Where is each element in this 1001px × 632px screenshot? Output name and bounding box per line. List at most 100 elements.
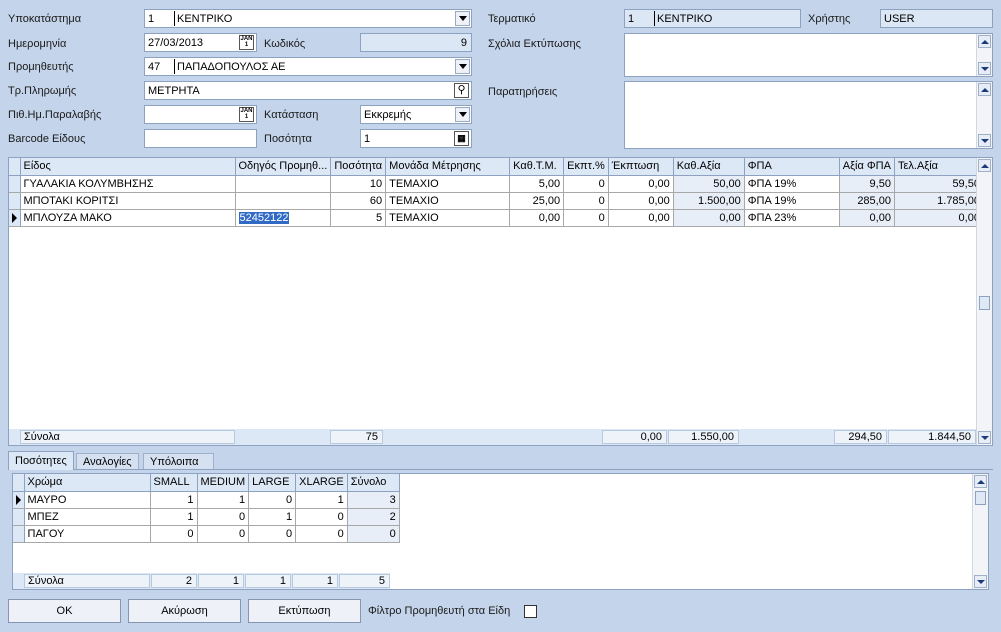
table-cell[interactable]: 285,00 bbox=[839, 192, 895, 210]
lookup-icon[interactable]: ⚲ bbox=[454, 83, 469, 98]
table-cell[interactable]: ΜΠΛΟΥΖΑ ΜΑΚΟ bbox=[20, 209, 236, 227]
calendar-icon[interactable]: JAN 1 bbox=[239, 107, 254, 122]
scroll-down-icon[interactable] bbox=[978, 134, 991, 147]
current-row-indicator[interactable] bbox=[9, 209, 21, 227]
table-cell[interactable]: 0 bbox=[248, 491, 297, 509]
table-cell[interactable]: ΠΑΓΟΥ bbox=[24, 525, 151, 543]
table-cell[interactable]: ΜΑΥΡΟ bbox=[24, 491, 151, 509]
table-cell[interactable]: 5,00 bbox=[509, 175, 565, 193]
table-cell[interactable]: 1.785,00 bbox=[894, 192, 984, 210]
table-cell[interactable] bbox=[235, 175, 332, 193]
table-cell[interactable]: 0,00 bbox=[608, 192, 674, 210]
row-indicator[interactable] bbox=[13, 508, 25, 526]
selected-text[interactable]: 52452122 bbox=[238, 211, 290, 224]
scrollbar[interactable] bbox=[972, 474, 988, 589]
chevron-down-icon[interactable] bbox=[455, 59, 470, 74]
scroll-thumb[interactable] bbox=[975, 491, 986, 505]
tab-balances[interactable]: Υπόλοιπα bbox=[143, 453, 214, 469]
table-cell[interactable]: 0,00 bbox=[839, 209, 895, 227]
table-cell[interactable]: 1 bbox=[248, 508, 297, 526]
table-cell[interactable]: ΤΕΜΑΧΙΟ bbox=[385, 192, 511, 210]
scrollbar[interactable] bbox=[976, 158, 992, 445]
table-cell[interactable]: 0,00 bbox=[894, 209, 984, 227]
branch-select[interactable]: 1 ΚΕΝΤΡΙΚΟ bbox=[144, 9, 472, 28]
table-cell[interactable]: ΤΕΜΑΧΙΟ bbox=[385, 209, 511, 227]
column-header[interactable]: Καθ.Αξία bbox=[673, 158, 745, 176]
table-row[interactable]: ΠΑΓΟΥ 0 0 0 0 0 bbox=[13, 525, 400, 543]
table-cell[interactable]: 1 bbox=[150, 491, 198, 509]
table-cell[interactable]: 0 bbox=[248, 525, 297, 543]
qty-input[interactable]: 1 ▦ bbox=[360, 129, 472, 148]
scroll-up-icon[interactable] bbox=[978, 83, 991, 96]
column-header[interactable]: Είδος bbox=[20, 158, 236, 176]
table-cell[interactable]: 10 bbox=[330, 175, 387, 193]
table-cell[interactable]: 1 bbox=[295, 491, 348, 509]
table-cell[interactable]: 3 bbox=[347, 491, 400, 509]
remarks-textarea[interactable] bbox=[624, 81, 993, 149]
column-header[interactable]: Αξία ΦΠΑ bbox=[839, 158, 895, 176]
column-header[interactable]: Χρώμα bbox=[24, 474, 151, 492]
column-header[interactable]: ΦΠΑ bbox=[744, 158, 840, 176]
column-header[interactable]: Εκπτ.% bbox=[563, 158, 609, 176]
column-header[interactable]: Τελ.Αξία bbox=[894, 158, 984, 176]
table-cell[interactable]: 0 bbox=[563, 175, 609, 193]
ok-button[interactable]: OK bbox=[8, 599, 121, 623]
table-cell[interactable]: 0 bbox=[150, 525, 198, 543]
print-button[interactable]: Εκτύπωση bbox=[248, 599, 361, 623]
column-header[interactable]: Έκπτωση bbox=[608, 158, 674, 176]
scroll-down-icon[interactable] bbox=[974, 575, 987, 588]
table-cell[interactable]: 0,00 bbox=[608, 209, 674, 227]
row-indicator[interactable] bbox=[9, 192, 21, 210]
current-row-indicator[interactable] bbox=[13, 491, 25, 509]
column-header[interactable]: Καθ.Τ.Μ. bbox=[509, 158, 565, 176]
column-header[interactable]: MEDIUM bbox=[197, 474, 250, 492]
table-cell[interactable]: 2 bbox=[347, 508, 400, 526]
column-header[interactable]: Ποσότητα bbox=[330, 158, 387, 176]
table-row[interactable]: ΜΠΟΤΑΚΙ ΚΟΡΙΤΣΙ 60 ΤΕΜΑΧΙΟ 25,00 0 0,00 … bbox=[9, 192, 984, 210]
table-cell[interactable]: ΜΠΟΤΑΚΙ ΚΟΡΙΤΣΙ bbox=[20, 192, 236, 210]
chevron-down-icon[interactable] bbox=[455, 11, 470, 26]
row-indicator[interactable] bbox=[13, 525, 25, 543]
table-cell[interactable]: 0,00 bbox=[673, 209, 745, 227]
table-row[interactable]: ΜΠΛΟΥΖΑ ΜΑΚΟ 52452122 5 ΤΕΜΑΧΙΟ 0,00 0 0… bbox=[9, 209, 984, 227]
table-row[interactable]: ΓΥΑΛΑΚΙΑ ΚΟΛΥΜΒΗΣΗΣ 10 ΤΕΜΑΧΙΟ 5,00 0 0,… bbox=[9, 175, 984, 193]
table-cell[interactable]: 0 bbox=[563, 209, 609, 227]
table-cell[interactable]: 59,50 bbox=[894, 175, 984, 193]
print-comments-textarea[interactable] bbox=[624, 33, 993, 77]
table-cell[interactable]: 1 bbox=[197, 491, 250, 509]
table-cell[interactable]: 0 bbox=[197, 525, 250, 543]
scroll-up-icon[interactable] bbox=[974, 475, 987, 488]
chevron-down-icon[interactable] bbox=[455, 107, 470, 122]
table-cell[interactable]: 25,00 bbox=[509, 192, 565, 210]
row-indicator[interactable] bbox=[9, 175, 21, 193]
payment-field[interactable]: ΜΕΤΡΗΤΑ ⚲ bbox=[144, 81, 472, 100]
table-cell[interactable]: 0 bbox=[347, 525, 400, 543]
table-cell[interactable]: ΦΠΑ 19% bbox=[744, 192, 840, 210]
table-cell[interactable]: 0 bbox=[295, 508, 348, 526]
table-cell[interactable]: 9,50 bbox=[839, 175, 895, 193]
table-row[interactable]: ΜΑΥΡΟ 1 1 0 1 3 bbox=[13, 491, 400, 509]
calendar-icon[interactable]: JAN 1 bbox=[239, 35, 254, 50]
items-grid[interactable]: Είδος Οδηγός Προμηθ... Ποσότητα Μονάδα Μ… bbox=[8, 157, 993, 446]
table-cell[interactable]: 1 bbox=[150, 508, 198, 526]
scroll-up-icon[interactable] bbox=[978, 159, 991, 172]
scroll-down-icon[interactable] bbox=[978, 62, 991, 75]
column-header[interactable]: SMALL bbox=[150, 474, 198, 492]
table-cell[interactable]: ΦΠΑ 19% bbox=[744, 175, 840, 193]
table-cell[interactable]: 1.500,00 bbox=[673, 192, 745, 210]
scrollbar[interactable] bbox=[976, 34, 992, 76]
table-cell-editing[interactable]: 52452122 bbox=[235, 209, 332, 227]
column-header[interactable]: Σύνολο bbox=[347, 474, 400, 492]
scroll-down-icon[interactable] bbox=[978, 431, 991, 444]
tab-ratios[interactable]: Αναλογίες bbox=[76, 453, 139, 469]
column-header[interactable]: XLARGE bbox=[295, 474, 348, 492]
table-cell[interactable]: 0 bbox=[563, 192, 609, 210]
filter-checkbox[interactable] bbox=[524, 605, 537, 618]
scrollbar[interactable] bbox=[976, 82, 992, 148]
table-cell[interactable] bbox=[235, 192, 332, 210]
column-header[interactable]: Οδηγός Προμηθ... bbox=[235, 158, 332, 176]
cancel-button[interactable]: Ακύρωση bbox=[128, 599, 241, 623]
table-cell[interactable]: 0,00 bbox=[608, 175, 674, 193]
table-cell[interactable]: 5 bbox=[330, 209, 387, 227]
date-field[interactable]: 27/03/2013 JAN 1 bbox=[144, 33, 257, 52]
